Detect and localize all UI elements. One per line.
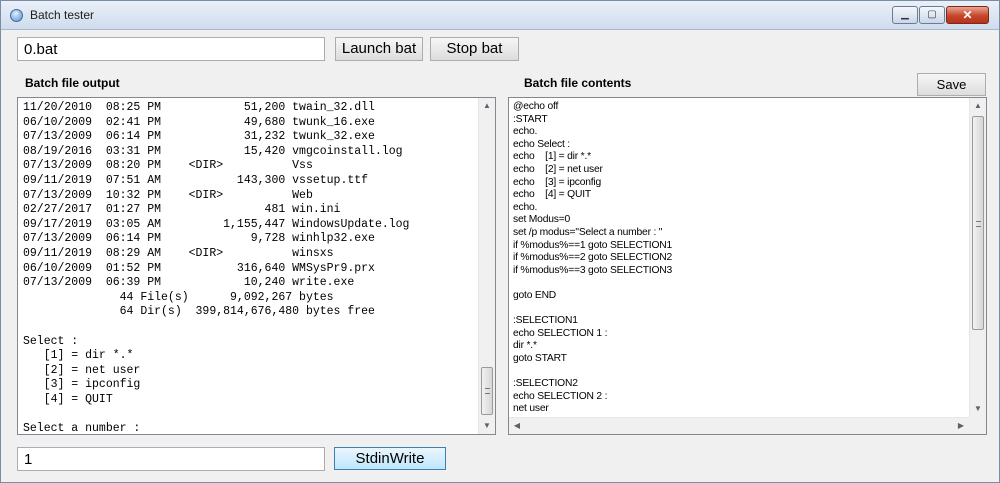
close-icon[interactable]: ✕: [946, 6, 989, 24]
scroll-left-icon[interactable]: ◀: [509, 418, 525, 434]
scroll-up-icon[interactable]: ▲: [479, 98, 495, 114]
title-bar[interactable]: ⌃ Batch tester ▁ ▢ ✕: [1, 1, 999, 30]
scroll-down-icon[interactable]: ▼: [970, 401, 986, 417]
scroll-up-icon[interactable]: ▲: [970, 98, 986, 114]
launch-bat-button[interactable]: Launch bat: [335, 37, 423, 61]
save-button[interactable]: Save: [917, 73, 986, 96]
batch-contents-textarea[interactable]: @echo off :START echo. echo Select : ech…: [508, 97, 987, 435]
batch-contents-text: @echo off :START echo. echo Select : ech…: [513, 101, 673, 415]
contents-horizontal-scrollbar[interactable]: ◀ ▶: [509, 417, 969, 434]
minimize-icon[interactable]: ▁: [892, 6, 918, 24]
bat-path-input[interactable]: 0.bat: [17, 37, 325, 61]
batch-tester-window: ⌃ Batch tester ▁ ▢ ✕ 0.bat Launch bat St…: [0, 0, 1000, 483]
grip-icon: [976, 221, 981, 227]
output-vertical-scrollbar[interactable]: ▲ ▼: [478, 98, 495, 434]
contents-vertical-scrollbar[interactable]: ▲ ▼: [969, 98, 986, 417]
scroll-right-icon[interactable]: ▶: [953, 418, 969, 434]
batch-output-textarea[interactable]: 11/20/2010 08:25 PM 51,200 twain_32.dll …: [17, 97, 496, 435]
window-controls: ▁ ▢ ✕: [892, 6, 989, 24]
scroll-thumb[interactable]: [481, 367, 493, 415]
output-label: Batch file output: [25, 76, 120, 90]
app-icon: ⌃: [10, 9, 23, 22]
stdin-input[interactable]: 1: [17, 447, 325, 471]
scroll-corner: [969, 417, 986, 434]
maximize-icon[interactable]: ▢: [919, 6, 945, 24]
stop-bat-button[interactable]: Stop bat: [430, 37, 519, 61]
contents-label: Batch file contents: [524, 76, 632, 90]
scroll-thumb[interactable]: [972, 116, 984, 330]
batch-output-text: 11/20/2010 08:25 PM 51,200 twain_32.dll …: [23, 101, 410, 435]
window-title: Batch tester: [30, 8, 95, 22]
scroll-down-icon[interactable]: ▼: [479, 418, 495, 434]
stdin-write-button[interactable]: StdinWrite: [334, 447, 446, 470]
grip-icon: [485, 388, 490, 394]
